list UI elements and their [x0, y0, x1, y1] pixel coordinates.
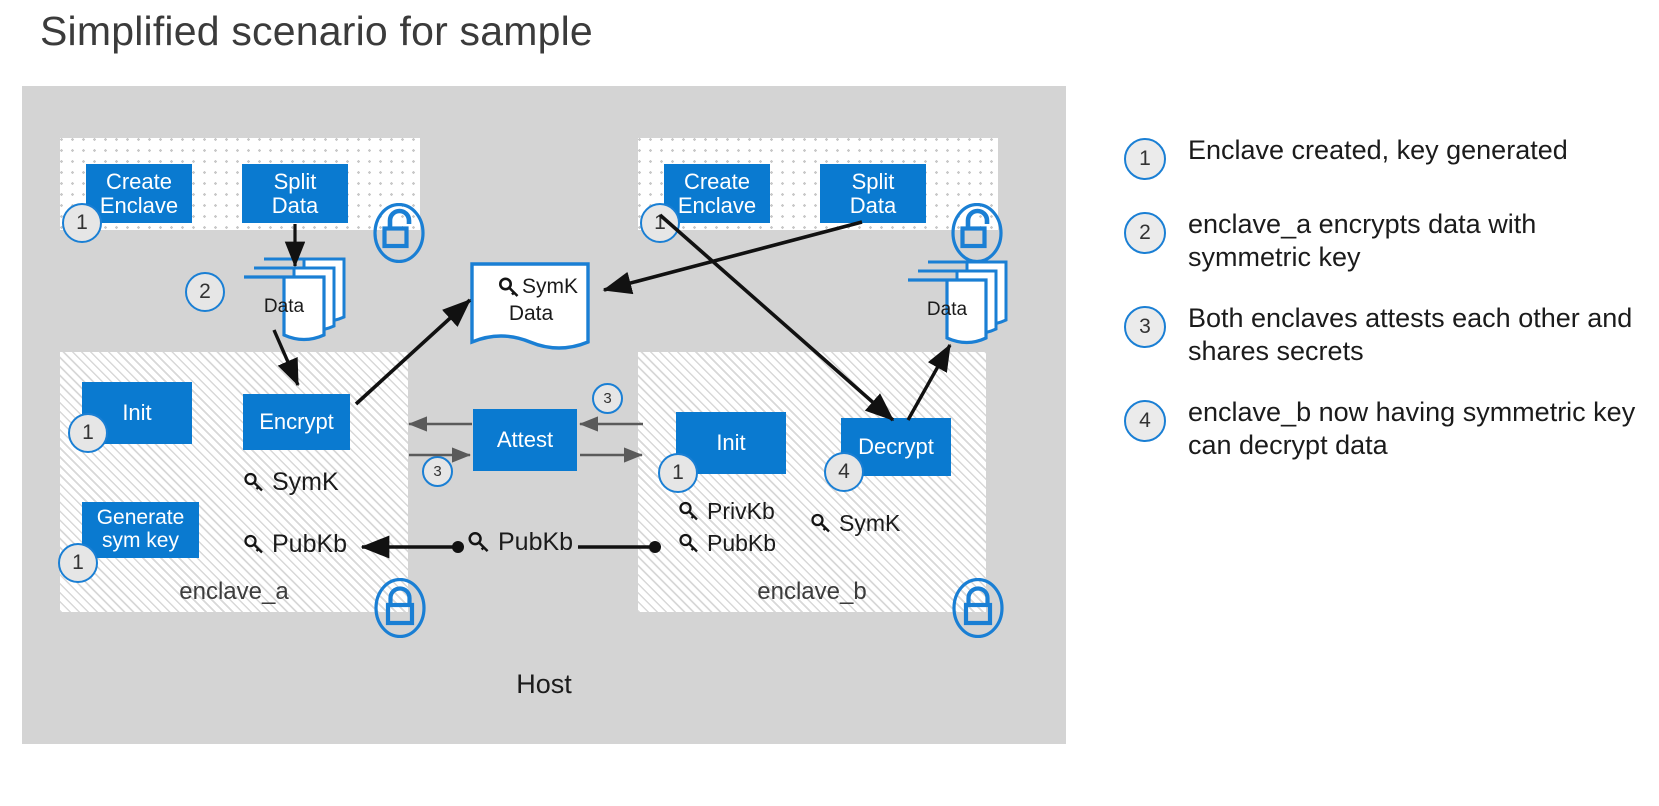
enclave-b-privkb-label: PrivKb [707, 498, 775, 524]
enclave-a-symk-label: SymK [272, 468, 339, 496]
legend-text-1: Enclave created, key generated [1188, 135, 1568, 165]
middle-key-pubkb: PubKb [467, 528, 573, 557]
legend-item: 4 enclave_b now having symmetric key can… [1124, 396, 1644, 462]
enclave-a-key-symk: SymK [243, 468, 339, 497]
symk-doc-line2: Data [509, 302, 554, 325]
locked-padlock-icon [952, 577, 1004, 639]
key-icon [244, 472, 263, 491]
left-split-data-line1: Split [273, 168, 317, 194]
badge-enclave-a-init-1: 1 [68, 413, 108, 453]
key-icon [679, 501, 698, 520]
right-split-data-line1: Split [851, 168, 895, 194]
enclave-a-encrypt-button[interactable]: Encrypt [243, 394, 350, 450]
legend-item: 3 Both enclaves attests each other and s… [1124, 302, 1644, 368]
enclave-a-label: enclave_a [179, 578, 289, 605]
right-data-document-stack: Data [898, 258, 1010, 355]
badge-left-untrusted-1: 1 [62, 203, 102, 243]
unlocked-padlock-icon [373, 202, 425, 264]
left-data-document-stack: Data [240, 255, 350, 350]
enclave-a-key-pubkb: PubKb [243, 530, 347, 559]
left-create-enclave-line2: Enclave [99, 192, 179, 218]
enclave-b-key-privkb: PrivKb [678, 498, 775, 525]
badge-attest-top-3: 3 [592, 383, 623, 414]
enclave-a-pubkb-label: PubKb [272, 530, 348, 558]
legend-text-2: enclave_a encrypts data with symmetric k… [1188, 209, 1537, 272]
unlocked-padlock-icon [951, 202, 1003, 264]
legend-badge-2: 2 [1124, 212, 1166, 254]
locked-padlock-icon [374, 577, 426, 639]
enclave-b-pubkb-label: PubKb [707, 530, 777, 556]
middle-pubkb-label: PubKb [498, 528, 574, 556]
legend-badge-3: 3 [1124, 305, 1166, 348]
badge-right-untrusted-1: 1 [640, 203, 680, 243]
legend-item: 2 enclave_a encrypts data with symmetric… [1124, 208, 1644, 274]
enclave-b-label: enclave_b [757, 578, 867, 605]
symk-data-document: SymK Data [470, 262, 594, 365]
key-icon [811, 513, 830, 532]
legend-badge-1: 1 [1124, 138, 1166, 180]
page-title: Simplified scenario for sample [40, 8, 593, 54]
right-create-enclave-button[interactable]: Create Enclave [664, 164, 770, 223]
badge-enclave-b-decrypt-4: 4 [824, 452, 864, 492]
legend-text-4: enclave_b now having symmetric key can d… [1188, 396, 1636, 460]
legend-badge-4: 4 [1124, 399, 1166, 442]
symk-doc-line1: SymK [522, 275, 578, 298]
enclave-b-symk-label: SymK [839, 510, 901, 536]
key-icon [244, 534, 263, 553]
right-split-data-line2: Data [849, 192, 897, 218]
attest-button[interactable]: Attest [473, 409, 577, 471]
right-split-data-button[interactable]: Split Data [820, 164, 926, 223]
host-label: Host [516, 669, 572, 699]
enclave-a-generate-sym-key-button[interactable]: Generate sym key [82, 502, 199, 558]
right-create-enclave-line2: Enclave [677, 192, 757, 218]
badge-attest-bottom-3: 3 [422, 456, 453, 487]
key-icon [679, 533, 698, 552]
generate-line2: sym key [101, 529, 179, 552]
key-icon [468, 531, 489, 552]
generate-line1: Generate [96, 506, 185, 530]
legend-item: 1 Enclave created, key generated [1124, 134, 1644, 180]
right-create-enclave-line1: Create [683, 168, 751, 194]
svg-text:Data: Data [927, 299, 968, 320]
badge-enclave-a-generate-1: 1 [58, 543, 98, 583]
badge-left-data-2: 2 [185, 272, 225, 312]
badge-enclave-b-init-1: 1 [658, 453, 698, 493]
left-create-enclave-line1: Create [105, 168, 173, 194]
left-split-data-line2: Data [271, 192, 319, 218]
enclave-b-key-symk: SymK [810, 510, 900, 537]
legend-text-3: Both enclaves attests each other and sha… [1188, 302, 1633, 366]
legend: 1 Enclave created, key generated 2 encla… [1124, 134, 1644, 490]
svg-text:Data: Data [264, 296, 305, 317]
left-create-enclave-button[interactable]: Create Enclave [86, 164, 192, 223]
left-split-data-button[interactable]: Split Data [242, 164, 348, 223]
enclave-b-key-pubkb: PubKb [678, 530, 776, 557]
